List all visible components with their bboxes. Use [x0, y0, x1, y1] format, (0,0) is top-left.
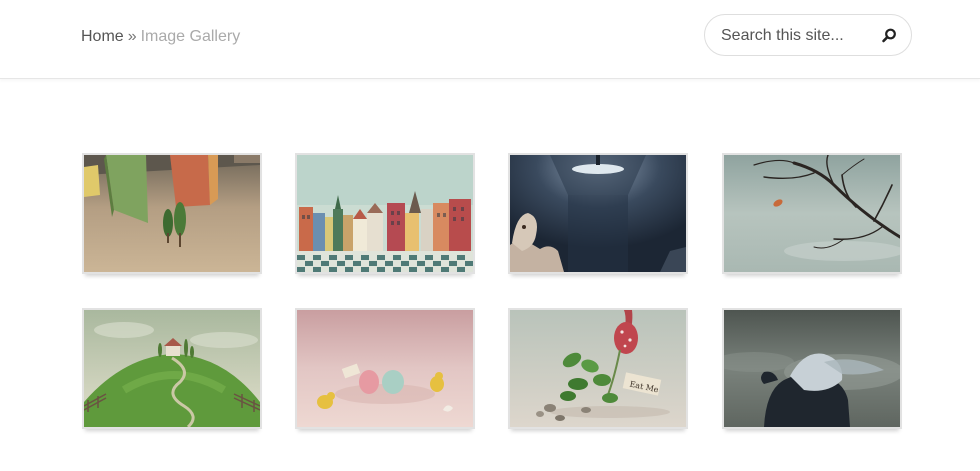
gallery-thumbnail[interactable]: Eat Me — [508, 308, 688, 429]
gallery-thumbnail[interactable] — [82, 308, 262, 429]
gallery-thumbnail[interactable] — [295, 308, 475, 429]
gallery-thumbnail[interactable] — [508, 153, 688, 274]
gallery-image — [84, 155, 260, 272]
gallery-image — [297, 310, 473, 427]
gallery-thumbnail[interactable] — [82, 153, 262, 274]
gallery-image — [84, 310, 260, 427]
gallery-image — [724, 155, 900, 272]
gallery-image — [510, 155, 686, 272]
gallery-image: Eat Me — [510, 310, 686, 427]
gallery-image — [297, 155, 473, 272]
gallery-thumbnail[interactable] — [722, 153, 902, 274]
gallery-thumbnail[interactable] — [722, 308, 902, 429]
gallery-thumbnail[interactable] — [295, 153, 475, 274]
gallery-image — [724, 310, 900, 427]
image-gallery: Eat Me — [0, 0, 980, 471]
